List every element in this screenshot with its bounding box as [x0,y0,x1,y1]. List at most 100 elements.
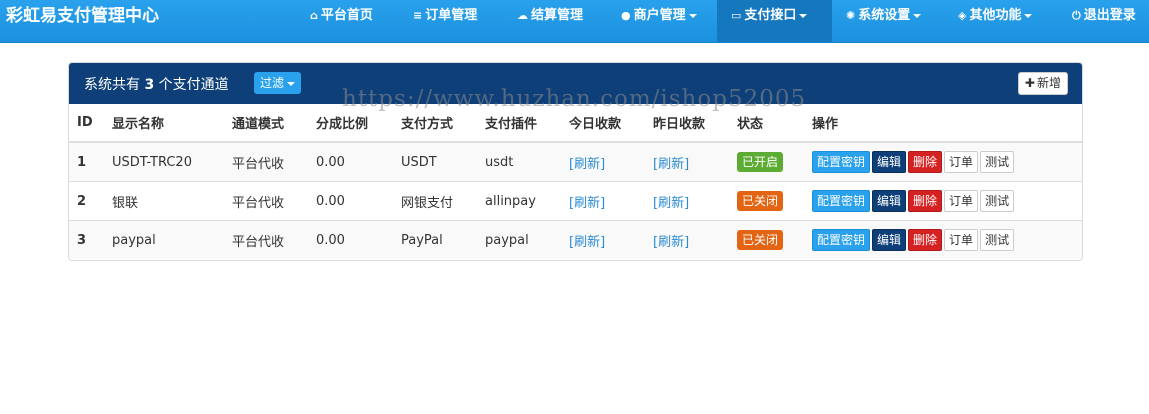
channel-count: 3 [144,77,155,93]
nav-label: 支付接口 [744,8,797,23]
nav-merchants[interactable]: ● 商户管理 [621,0,697,32]
filter-button[interactable]: 过滤 [254,72,302,94]
plus-icon: ✚ [1024,76,1035,90]
status-badge[interactable]: 已关闭 [737,230,784,250]
status-badge[interactable]: 已关闭 [737,191,784,211]
orders-button[interactable]: 订单 [944,151,979,173]
col-header-name: 显示名称 [104,104,224,143]
chevron-down-icon [913,13,922,18]
row-mode: 平台代收 [224,220,308,259]
col-header-mode: 通道模式 [224,104,308,143]
list-icon: ≡ [413,9,423,22]
test-button[interactable]: 测试 [980,151,1015,173]
nav-label: 平台首页 [320,8,373,23]
col-header-yesterday: 昨日收款 [645,104,729,143]
row-today-cell: [刷新] [561,141,645,182]
col-header-id: ID [69,104,104,143]
row-method: USDT [393,141,477,182]
nav-label: 退出登录 [1083,8,1136,23]
chevron-down-icon [688,13,697,18]
refresh-today-link[interactable]: [刷新] [569,157,605,172]
row-plugin: allinpay [477,181,561,221]
refresh-today-link[interactable]: [刷新] [569,196,605,211]
col-header-plugin: 支付插件 [477,104,561,143]
row-method: 网银支付 [393,181,477,221]
row-status-cell: 已开启 [729,141,804,182]
table-row: 1 USDT-TRC20 平台代收 0.00 USDT usdt [刷新] [刷… [69,141,1082,182]
col-header-ratio: 分成比例 [308,104,393,143]
nav-system-settings[interactable]: ✺ 系统设置 [846,0,922,32]
nav-label: 订单管理 [425,8,478,23]
chevron-down-icon [1024,13,1033,18]
config-key-button[interactable]: 配置密钥 [812,190,871,212]
panel-header: 系统共有 3 个支付通道 过滤 ✚ 新增 [69,63,1082,104]
table-row: 2 银联 平台代收 0.00 网银支付 allinpay [刷新] [刷新] 已… [69,181,1082,221]
col-header-status: 状态 [729,104,804,143]
filter-label: 过滤 [260,76,285,90]
gear-icon: ✺ [846,9,856,22]
orders-button[interactable]: 订单 [944,190,979,212]
row-name: 银联 [104,181,224,221]
row-today-cell: [刷新] [561,181,645,221]
row-status-cell: 已关闭 [729,181,804,221]
test-button[interactable]: 测试 [980,190,1015,212]
config-key-button[interactable]: 配置密钥 [812,229,871,251]
panel-title-suffix: 个支付通道 [158,77,229,93]
chevron-down-icon [287,81,296,86]
refresh-yesterday-link[interactable]: [刷新] [653,235,689,250]
cloud-icon: ☁ [517,9,528,22]
user-icon: ● [621,9,631,22]
row-plugin: paypal [477,220,561,259]
row-yesterday-cell: [刷新] [645,220,729,259]
config-key-button[interactable]: 配置密钥 [812,151,871,173]
row-plugin: usdt [477,141,561,182]
nav-other-functions[interactable]: ◈ 其他功能 [958,0,1033,32]
row-yesterday-cell: [刷新] [645,181,729,221]
row-yesterday-cell: [刷新] [645,141,729,182]
panel-title: 系统共有 3 个支付通道 [84,74,229,94]
row-method: PayPal [393,220,477,259]
row-actions: 配置密钥 编辑 删除 订单 测试 [804,181,1082,221]
test-button[interactable]: 测试 [980,229,1015,251]
nav-label: 商户管理 [633,8,686,23]
channel-table: ID 显示名称 通道模式 分成比例 支付方式 支付插件 今日收款 昨日收款 状态… [69,104,1082,259]
row-ratio: 0.00 [308,220,393,259]
delete-button[interactable]: 删除 [908,190,943,212]
panel-title-prefix: 系统共有 [84,77,140,93]
edit-button[interactable]: 编辑 [872,229,907,251]
row-id: 1 [69,141,104,182]
row-ratio: 0.00 [308,141,393,182]
nav-logout[interactable]: ⏻ 退出登录 [1072,0,1136,32]
status-badge[interactable]: 已开启 [737,152,784,172]
row-status-cell: 已关闭 [729,220,804,259]
delete-button[interactable]: 删除 [908,151,943,173]
power-icon: ⏻ [1072,9,1081,22]
row-id: 3 [69,220,104,259]
nav-label: 系统设置 [858,8,911,23]
nav-orders[interactable]: ≡ 订单管理 [413,0,477,32]
col-header-today: 今日收款 [561,104,645,143]
refresh-today-link[interactable]: [刷新] [569,235,605,250]
credit-card-icon: ▭ [731,9,742,22]
nav-settlement[interactable]: ☁ 结算管理 [517,0,583,32]
row-actions: 配置密钥 编辑 删除 订单 测试 [804,220,1082,259]
nav-home[interactable]: ⌂ 平台首页 [310,0,373,32]
delete-button[interactable]: 删除 [908,229,943,251]
table-row: 3 paypal 平台代收 0.00 PayPal paypal [刷新] [刷… [69,220,1082,259]
edit-button[interactable]: 编辑 [872,151,907,173]
col-header-method: 支付方式 [393,104,477,143]
edit-button[interactable]: 编辑 [872,190,907,212]
refresh-yesterday-link[interactable]: [刷新] [653,157,689,172]
nav-payment-interface[interactable]: ▭ 支付接口 [717,0,832,42]
channel-panel: 系统共有 3 个支付通道 过滤 ✚ 新增 ID 显示名称 通道模式 分成比例 支付… [68,62,1083,261]
nav-label: 其他功能 [969,8,1022,23]
row-actions: 配置密钥 编辑 删除 订单 测试 [804,141,1082,182]
top-navbar: 彩虹易支付管理中心 ⌂ 平台首页 ≡ 订单管理 ☁ 结算管理 ● 商户管理 ▭ 支付接口 … [0,0,1149,43]
orders-button[interactable]: 订单 [944,229,979,251]
add-channel-button[interactable]: ✚ 新增 [1017,72,1068,95]
chevron-down-icon [799,13,808,18]
home-icon: ⌂ [310,9,318,22]
refresh-yesterday-link[interactable]: [刷新] [653,196,689,211]
cube-icon: ◈ [958,9,967,22]
nav-label: 结算管理 [531,8,584,23]
